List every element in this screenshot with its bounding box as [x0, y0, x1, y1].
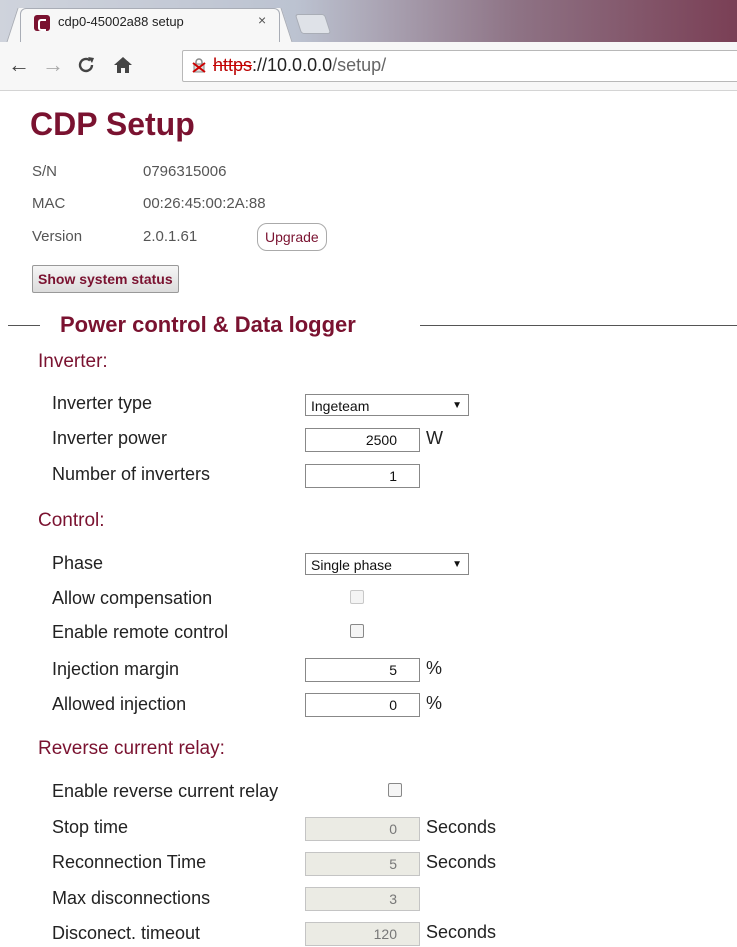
max-disconnections-label: Max disconnections: [52, 888, 211, 908]
tab-close-icon[interactable]: ×: [258, 12, 266, 28]
fieldset-legend: Power control & Data logger: [54, 312, 362, 338]
version-value: 2.0.1.61: [143, 228, 198, 245]
stop-time-label: Stop time: [52, 817, 129, 837]
browser-toolbar: ← → https://10.0.0.0/setup/: [0, 42, 737, 91]
number-of-inverters-label: Number of inverters: [52, 464, 211, 484]
allowed-injection-unit: %: [426, 693, 443, 713]
enable-reverse-relay-checkbox[interactable]: [388, 783, 402, 797]
reverse-current-relay-heading: Reverse current relay:: [38, 738, 225, 759]
injection-margin-unit: %: [426, 658, 443, 678]
reload-icon[interactable]: [76, 52, 96, 81]
forward-icon[interactable]: →: [42, 52, 64, 78]
disconnect-timeout-unit: Seconds: [426, 922, 497, 942]
phase-value: Single phase: [311, 557, 392, 573]
inverter-heading: Inverter:: [38, 351, 108, 372]
allowed-injection-input[interactable]: 0: [305, 693, 420, 717]
stop-time-input[interactable]: 0: [305, 817, 420, 841]
sn-label: S/N: [32, 163, 58, 180]
stop-time-unit: Seconds: [426, 817, 497, 837]
fieldset-border-left: [8, 325, 40, 326]
show-system-status-button[interactable]: Show system status: [32, 265, 179, 293]
tab-title: cdp0-45002a88 setup: [58, 14, 184, 29]
new-tab-button[interactable]: [294, 14, 332, 34]
url-text: https://10.0.0.0/setup/: [213, 55, 387, 75]
upgrade-button[interactable]: Upgrade: [257, 223, 327, 251]
enable-remote-control-checkbox[interactable]: [350, 624, 364, 638]
enable-remote-control-label: Enable remote control: [52, 622, 229, 642]
dropdown-arrow-icon: ▼: [452, 559, 462, 570]
control-heading: Control:: [38, 510, 105, 531]
disconnect-timeout-label: Disconect. timeout: [52, 923, 201, 943]
inverter-type-label: Inverter type: [52, 393, 153, 413]
inverter-power-input[interactable]: 2500: [305, 428, 420, 452]
reconnection-time-unit: Seconds: [426, 852, 497, 872]
allowed-injection-label: Allowed injection: [52, 694, 187, 714]
enable-reverse-relay-label: Enable reverse current relay: [52, 781, 279, 801]
inverter-power-label: Inverter power: [52, 428, 168, 448]
number-of-inverters-input[interactable]: 1: [305, 464, 420, 488]
address-bar[interactable]: https://10.0.0.0/setup/: [182, 50, 737, 82]
version-label: Version: [32, 228, 83, 245]
phase-select[interactable]: Single phase ▼: [305, 553, 469, 575]
allow-compensation-label: Allow compensation: [52, 588, 213, 608]
phase-label: Phase: [52, 553, 104, 573]
inverter-type-select[interactable]: Ingeteam ▼: [305, 394, 469, 416]
insecure-lock-icon[interactable]: [191, 57, 207, 73]
site-favicon-icon: [34, 15, 50, 31]
allow-compensation-checkbox[interactable]: [350, 590, 364, 604]
injection-margin-label: Injection margin: [52, 659, 180, 679]
max-disconnections-input[interactable]: 3: [305, 887, 420, 911]
dropdown-arrow-icon: ▼: [452, 400, 462, 411]
injection-margin-input[interactable]: 5: [305, 658, 420, 682]
reconnection-time-input[interactable]: 5: [305, 852, 420, 876]
mac-value: 00:26:45:00:2A:88: [143, 195, 266, 212]
inverter-type-value: Ingeteam: [311, 398, 370, 414]
inverter-power-unit: W: [426, 428, 443, 448]
sn-value: 0796315006: [143, 163, 227, 180]
fieldset-border-right: [420, 325, 737, 326]
back-icon[interactable]: ←: [8, 52, 30, 78]
reconnection-time-label: Reconnection Time: [52, 852, 207, 872]
mac-label: MAC: [32, 195, 66, 212]
disconnect-timeout-input[interactable]: 120: [305, 922, 420, 946]
home-icon[interactable]: [112, 52, 134, 81]
tab-strip: cdp0-45002a88 setup ×: [0, 0, 737, 42]
page-title: CDP Setup: [30, 106, 195, 142]
